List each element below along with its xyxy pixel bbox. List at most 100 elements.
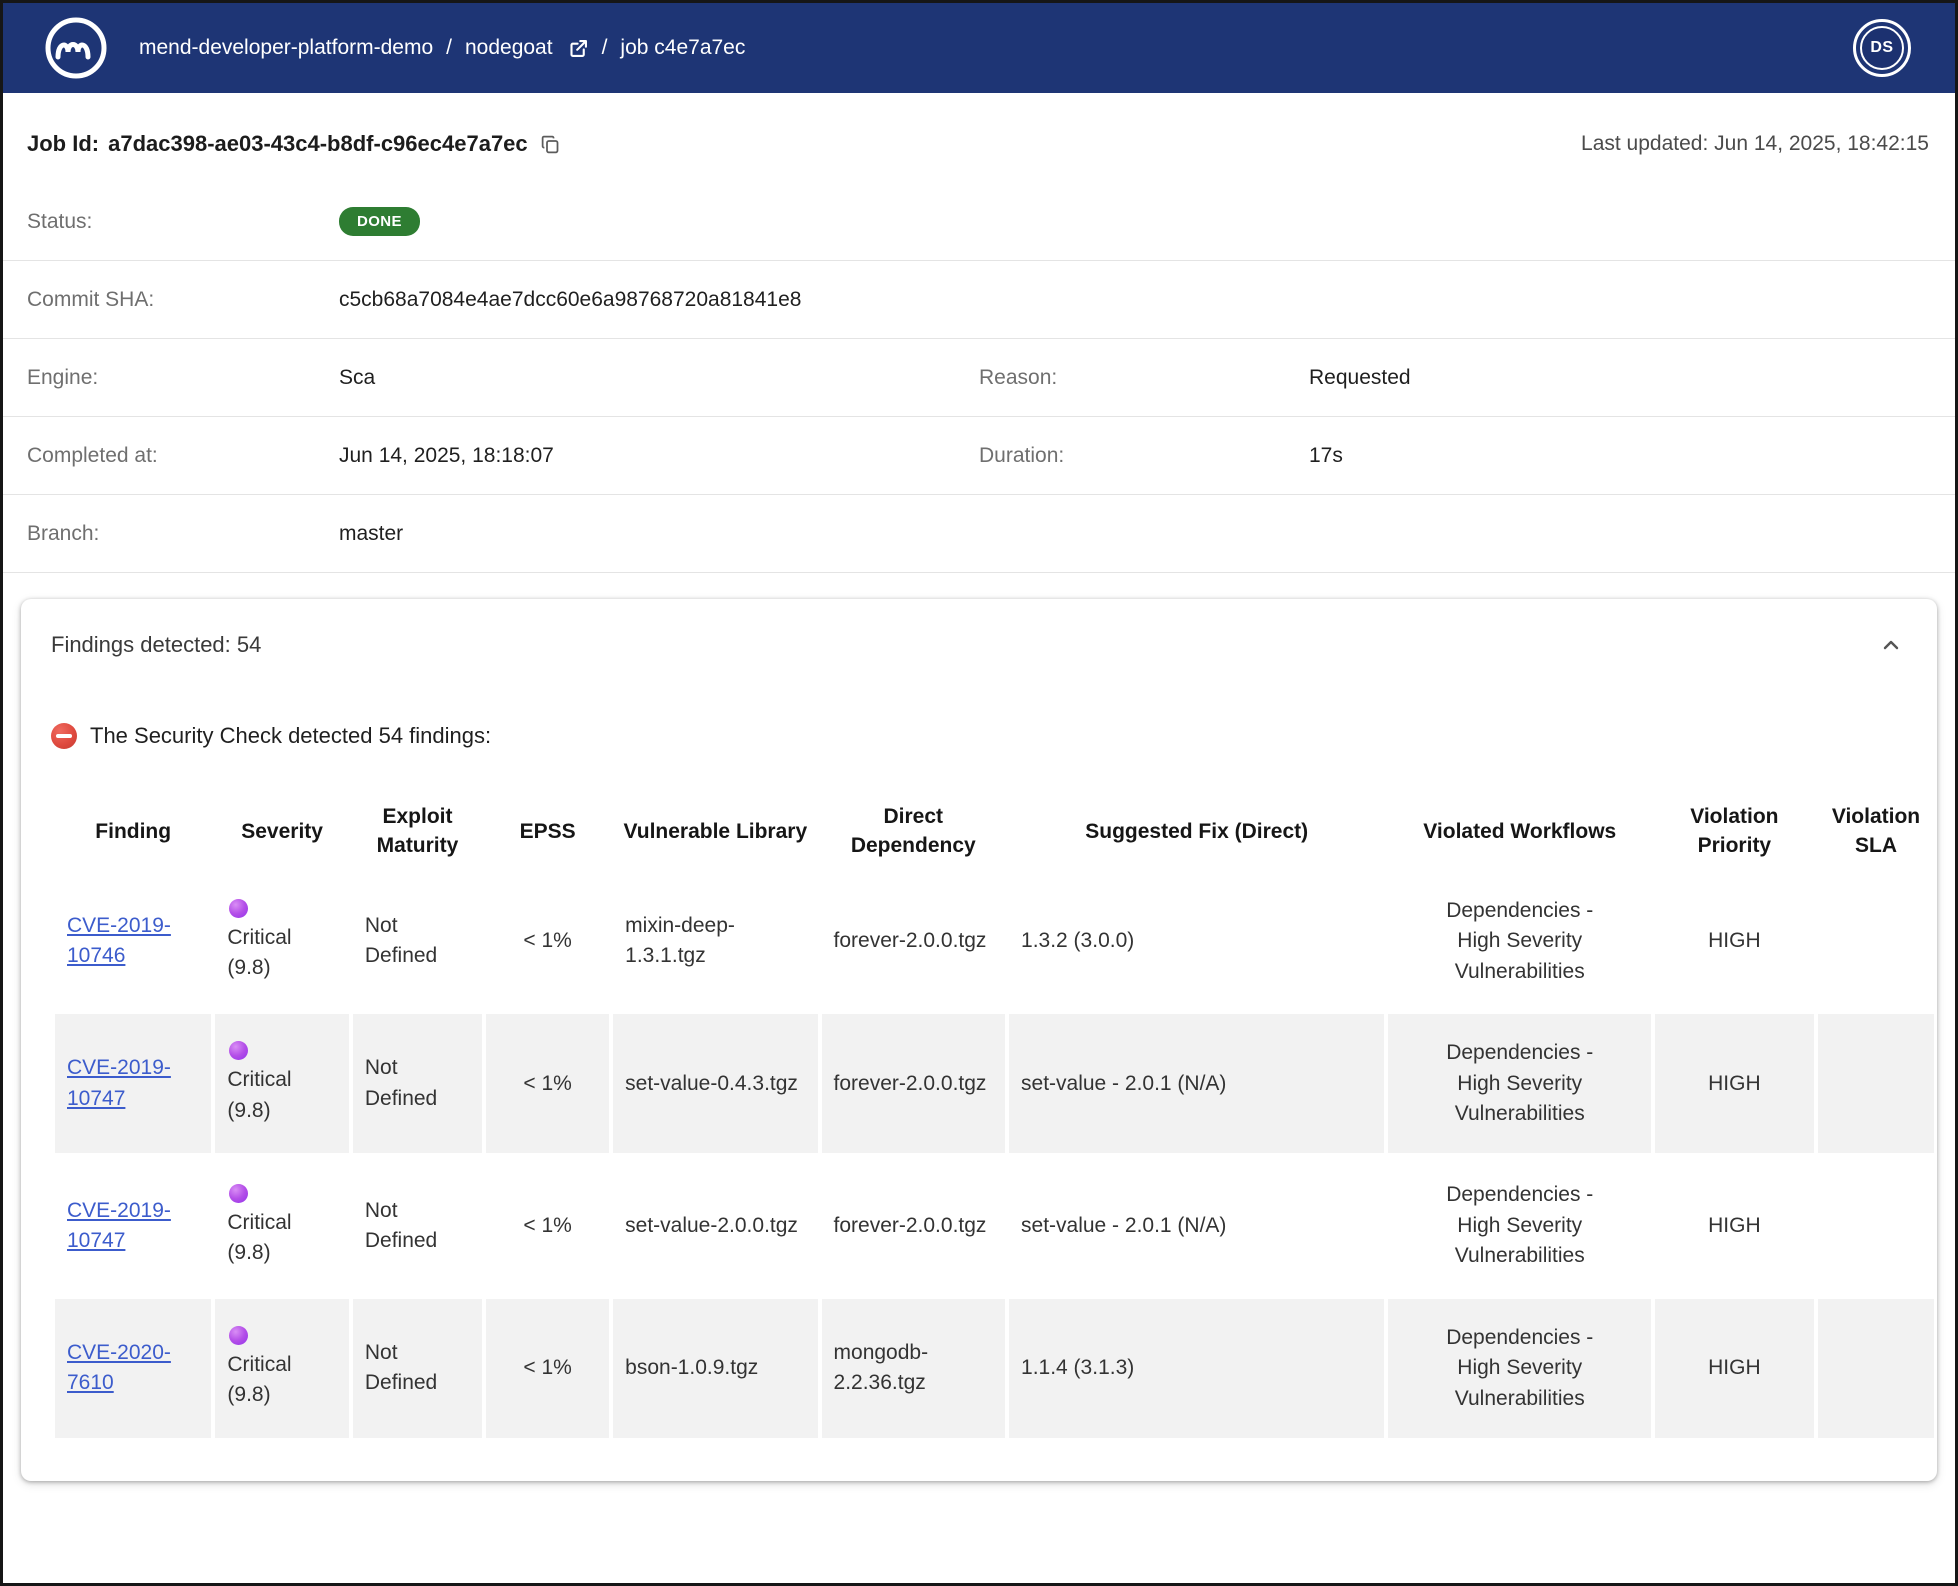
reason-value: Requested [1309,366,1411,390]
exploit-maturity-cell: Not Defined [353,1299,482,1438]
vulnerable-library-cell: mixin-deep-1.3.1.tgz [613,872,817,1011]
completed-at-field: Completed at: Jun 14, 2025, 18:18:07 [27,444,979,468]
copy-icon[interactable] [540,134,561,155]
breadcrumb-separator: / [602,36,608,60]
user-avatar[interactable]: DS [1853,19,1911,77]
severity-text: Critical (9.8) [227,1353,291,1406]
last-updated-text: Last updated: Jun 14, 2025, 18:42:15 [1581,132,1929,156]
exploit-maturity-cell: Not Defined [353,1156,482,1295]
severity-cell: Critical (9.8) [215,1156,348,1295]
reason-label: Reason: [979,366,1309,390]
epss-cell: < 1% [486,1299,609,1438]
engine-reason-row: Engine: Sca Reason: Requested [3,339,1955,417]
vulnerable-library-cell: set-value-0.4.3.tgz [613,1014,817,1153]
mend-logo-icon [43,15,109,81]
col-header-direct-dependency: Direct Dependency [822,794,1006,869]
engine-field: Engine: Sca [27,366,979,390]
job-id-label: Job Id: [27,131,99,157]
direct-dependency-cell: forever-2.0.0.tgz [822,872,1006,1011]
severity-text: Critical (9.8) [227,1068,291,1121]
severity-critical-dot-icon [229,1184,248,1203]
violation-priority-cell: HIGH [1655,1299,1813,1438]
exploit-maturity-cell: Not Defined [353,1014,482,1153]
violated-workflows-cell: Dependencies - High Severity Vulnerabili… [1388,1156,1651,1295]
violated-workflows-text: Dependencies - High Severity Vulnerabili… [1440,1180,1600,1271]
finding-cell: CVE-2019-10747 [55,1014,211,1153]
commit-sha-value: c5cb68a7084e4ae7dcc60e6a98768720a81841e8 [339,288,801,312]
violation-priority-cell: HIGH [1655,1014,1813,1153]
col-header-suggested-fix: Suggested Fix (Direct) [1009,794,1384,869]
epss-cell: < 1% [486,1014,609,1153]
col-header-finding: Finding [55,794,211,869]
finding-cell: CVE-2019-10747 [55,1156,211,1295]
engine-value: Sca [339,366,375,390]
suggested-fix-cell: set-value - 2.0.1 (N/A) [1009,1014,1384,1153]
breadcrumb-org[interactable]: mend-developer-platform-demo [139,36,433,60]
severity-cell: Critical (9.8) [215,1299,348,1438]
severity-text: Critical (9.8) [227,926,291,979]
engine-label: Engine: [27,366,339,390]
direct-dependency-cell: forever-2.0.0.tgz [822,1156,1006,1295]
status-label: Status: [27,210,339,234]
job-header-row: Job Id: a7dac398-ae03-43c4-b8df-c96ec4e7… [3,93,1955,183]
breadcrumb-repo[interactable]: nodegoat [465,36,553,60]
security-check-summary: The Security Check detected 54 findings: [51,723,1907,749]
direct-dependency-cell: mongodb-2.2.36.tgz [822,1299,1006,1438]
severity-critical-dot-icon [229,1041,248,1060]
epss-cell: < 1% [486,872,609,1011]
epss-cell: < 1% [486,1156,609,1295]
violation-priority-cell: HIGH [1655,1156,1813,1295]
exploit-maturity-cell: Not Defined [353,872,482,1011]
violated-workflows-cell: Dependencies - High Severity Vulnerabili… [1388,1299,1651,1438]
duration-field: Duration: 17s [979,444,1931,468]
breadcrumb: mend-developer-platform-demo / nodegoat … [139,36,745,60]
duration-value: 17s [1309,444,1343,468]
violation-priority-cell: HIGH [1655,872,1813,1011]
col-header-exploit-maturity: Exploit Maturity [353,794,482,869]
breadcrumb-separator: / [446,36,452,60]
status-badge: DONE [339,207,420,236]
col-header-epss: EPSS [486,794,609,869]
job-details-page: mend-developer-platform-demo / nodegoat … [0,0,1958,1586]
branch-row: Branch: master [3,495,1955,573]
vulnerable-library-cell: bson-1.0.9.tgz [613,1299,817,1438]
external-link-icon[interactable] [568,38,589,59]
findings-table: Finding Severity Exploit Maturity EPSS V… [51,791,1937,1441]
cve-link[interactable]: CVE-2019-10747 [67,1199,171,1252]
violation-sla-cell [1818,1156,1935,1295]
completed-duration-row: Completed at: Jun 14, 2025, 18:18:07 Dur… [3,417,1955,495]
security-check-summary-text: The Security Check detected 54 findings: [90,723,491,749]
violation-sla-cell [1818,1299,1935,1438]
branch-label: Branch: [27,522,339,546]
collapse-chevron-up-icon[interactable] [1875,629,1907,661]
violated-workflows-text: Dependencies - High Severity Vulnerabili… [1440,1323,1600,1414]
findings-card-header: Findings detected: 54 [51,629,1907,661]
suggested-fix-cell: 1.1.4 (3.1.3) [1009,1299,1384,1438]
status-row: Status: DONE [3,183,1955,261]
finding-cell: CVE-2019-10746 [55,872,211,1011]
violated-workflows-text: Dependencies - High Severity Vulnerabili… [1440,896,1600,987]
violated-workflows-text: Dependencies - High Severity Vulnerabili… [1440,1038,1600,1129]
cve-link[interactable]: CVE-2019-10746 [67,914,171,967]
branch-value: master [339,522,403,546]
avatar-initials: DS [1860,26,1904,70]
commit-sha-label: Commit SHA: [27,288,339,312]
severity-text: Critical (9.8) [227,1211,291,1264]
col-header-violated-workflows: Violated Workflows [1388,794,1651,869]
cve-link[interactable]: CVE-2020-7610 [67,1341,171,1394]
reason-field: Reason: Requested [979,366,1931,390]
violation-sla-cell [1818,1014,1935,1153]
no-entry-icon [51,723,77,749]
top-navbar: mend-developer-platform-demo / nodegoat … [3,3,1955,93]
finding-cell: CVE-2020-7610 [55,1299,211,1438]
severity-cell: Critical (9.8) [215,1014,348,1153]
col-header-vulnerable-library: Vulnerable Library [613,794,817,869]
violated-workflows-cell: Dependencies - High Severity Vulnerabili… [1388,872,1651,1011]
table-row: CVE-2019-10747 Critical (9.8) Not Define… [55,1014,1937,1153]
severity-critical-dot-icon [229,899,248,918]
job-id-value: a7dac398-ae03-43c4-b8df-c96ec4e7a7ec [108,131,528,157]
commit-sha-row: Commit SHA: c5cb68a7084e4ae7dcc60e6a9876… [3,261,1955,339]
suggested-fix-cell: set-value - 2.0.1 (N/A) [1009,1156,1384,1295]
cve-link[interactable]: CVE-2019-10747 [67,1056,171,1109]
col-header-severity: Severity [215,794,348,869]
